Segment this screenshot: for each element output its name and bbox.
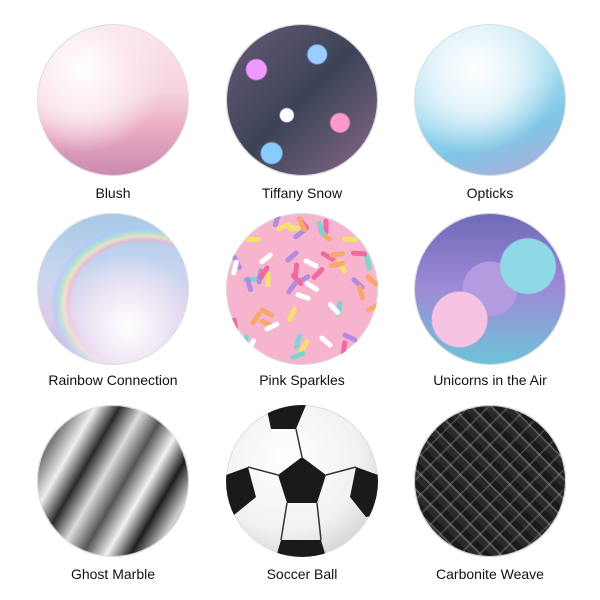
product-image[interactable] [37, 213, 189, 365]
product-image[interactable] [37, 24, 189, 176]
sprinkle [328, 250, 346, 258]
sprinkle [265, 271, 271, 288]
sprinkle [289, 350, 307, 361]
sprinkle [285, 305, 298, 323]
product-pink-sparkles[interactable]: Pink Sparkles [207, 213, 397, 388]
product-image[interactable] [414, 24, 566, 176]
product-rainbow-connection[interactable]: Rainbow Connection [18, 213, 208, 388]
product-name: Opticks [466, 185, 514, 201]
product-name: Pink Sparkles [259, 372, 345, 388]
product-name: Ghost Marble [70, 566, 156, 582]
product-image[interactable] [226, 405, 378, 557]
product-ghost-marble[interactable]: Ghost Marble [18, 405, 208, 582]
sprinkle [258, 251, 275, 266]
sprinkle [361, 344, 378, 356]
sprinkle [310, 266, 326, 282]
product-image[interactable] [414, 405, 566, 557]
sprinkle [245, 236, 262, 242]
product-opticks[interactable]: Opticks [395, 24, 585, 201]
sprinkle [304, 279, 321, 293]
sprinkle [340, 339, 348, 357]
product-soccer-ball[interactable]: Soccer Ball [207, 405, 397, 582]
sprinkle [364, 272, 378, 288]
product-unicorns-in-the-air[interactable]: Unicorns in the Air [395, 213, 585, 388]
sprinkle [318, 334, 335, 349]
product-name: Unicorns in the Air [433, 372, 547, 388]
product-name: Soccer Ball [266, 566, 338, 582]
product-name: Rainbow Connection [48, 372, 178, 388]
product-name: Carbonite Weave [436, 566, 544, 582]
product-name: Tiffany Snow [261, 185, 343, 201]
sprinkle [302, 257, 319, 270]
product-carbonite-weave[interactable]: Carbonite Weave [395, 405, 585, 582]
product-tiffany-snow[interactable]: Tiffany Snow [207, 24, 397, 201]
sprinkle [231, 316, 239, 334]
sprinkle [364, 301, 378, 314]
sprinkle [351, 250, 368, 257]
product-image[interactable] [226, 24, 378, 176]
product-image[interactable] [226, 213, 378, 365]
product-blush[interactable]: Blush [18, 24, 208, 201]
product-image[interactable] [414, 213, 566, 365]
sprinkle [342, 236, 359, 244]
product-image[interactable] [37, 405, 189, 557]
sprinkle [294, 291, 312, 302]
soccer-ball-icon [226, 405, 378, 557]
sprinkle [363, 254, 372, 271]
product-name: Blush [95, 185, 131, 201]
